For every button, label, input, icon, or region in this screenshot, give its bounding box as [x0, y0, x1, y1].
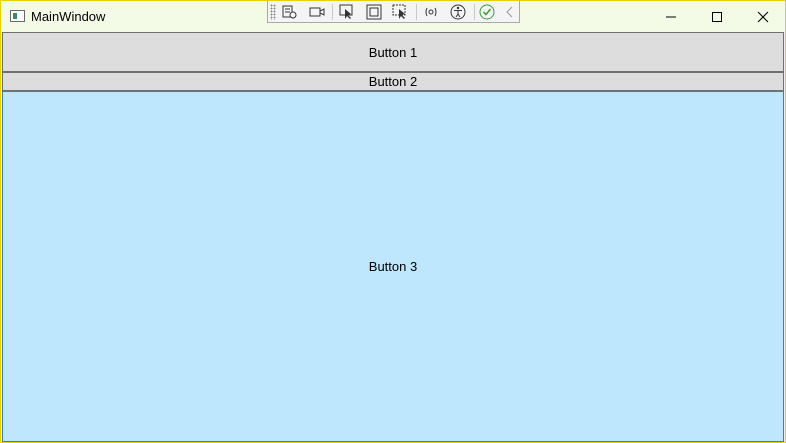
button-1-label: Button 1	[368, 44, 418, 60]
layout-adorner-icon[interactable]	[365, 3, 383, 21]
accessibility-icon[interactable]	[449, 3, 467, 21]
button-2[interactable]: Button 2	[2, 72, 784, 91]
title-bar[interactable]: MainWindow	[1, 1, 785, 32]
button-3[interactable]: Button 3	[2, 91, 784, 442]
collapse-icon[interactable]	[501, 3, 519, 21]
close-icon	[757, 11, 769, 23]
button-3-label: Button 3	[368, 259, 418, 274]
content-area: Button 1 Button 2 Button 3	[2, 32, 784, 442]
close-button[interactable]	[740, 1, 786, 32]
check-icon[interactable]	[478, 3, 496, 21]
toolbar-grip[interactable]	[270, 4, 276, 20]
button-1[interactable]: Button 1	[2, 32, 784, 72]
select-element-icon[interactable]	[280, 3, 298, 21]
maximize-button[interactable]	[694, 1, 740, 32]
window-title: MainWindow	[31, 9, 106, 24]
app-icon	[10, 10, 25, 22]
maximize-icon	[712, 12, 722, 22]
main-window: MainWindow Button 1 Button 2 Button 3	[0, 0, 786, 443]
track-focus-icon[interactable]	[391, 3, 409, 21]
minimize-icon	[666, 16, 676, 18]
hot-reload-icon[interactable]	[422, 3, 440, 21]
debug-toolbar	[267, 1, 520, 23]
button-2-label: Button 2	[368, 74, 418, 89]
record-icon[interactable]	[308, 3, 326, 21]
inspect-pointer-icon[interactable]	[338, 3, 356, 21]
minimize-button[interactable]	[648, 1, 694, 32]
